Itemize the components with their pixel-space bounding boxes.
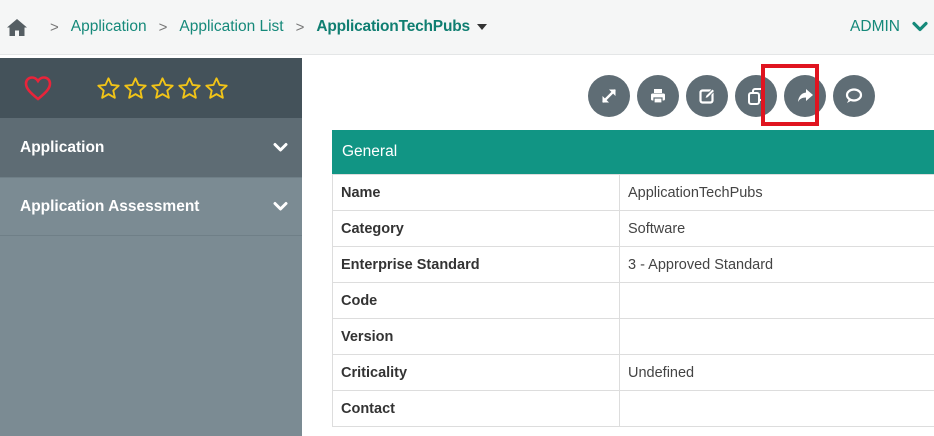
field-value: ApplicationTechPubs xyxy=(619,174,934,211)
top-bar: > Application > Application List > Appli… xyxy=(0,0,934,55)
caret-down-icon[interactable] xyxy=(476,22,488,32)
print-icon xyxy=(651,89,665,104)
field-value xyxy=(619,390,934,427)
copy-button-highlight xyxy=(761,64,819,126)
table-row: Criticality Undefined xyxy=(332,354,934,391)
breadcrumb-separator: > xyxy=(50,18,59,36)
field-label: Version xyxy=(332,318,620,355)
field-value: Undefined xyxy=(619,354,934,391)
home-icon[interactable] xyxy=(6,17,28,37)
star-icon[interactable] xyxy=(123,76,148,101)
rating-stars[interactable] xyxy=(96,76,231,101)
field-label: Code xyxy=(332,282,620,319)
sidebar-item-label: Application xyxy=(20,138,105,156)
general-table: Name ApplicationTechPubs Category Softwa… xyxy=(332,174,934,427)
general-panel: General Name ApplicationTechPubs Categor… xyxy=(332,130,934,427)
edit-icon xyxy=(699,88,716,104)
comment-icon xyxy=(845,88,863,103)
chevron-down-icon[interactable] xyxy=(273,142,288,153)
rating-bar xyxy=(0,58,302,118)
field-value xyxy=(619,282,934,319)
chevron-down-icon[interactable] xyxy=(912,21,928,33)
panel-header: General xyxy=(332,130,934,174)
expand-icon xyxy=(602,89,616,103)
breadcrumb: > Application > Application List > Appli… xyxy=(6,0,488,54)
field-value: Software xyxy=(619,210,934,247)
table-row: Name ApplicationTechPubs xyxy=(332,174,934,211)
comment-button[interactable] xyxy=(833,75,875,117)
breadcrumb-application[interactable]: Application xyxy=(71,18,147,36)
field-label: Criticality xyxy=(332,354,620,391)
star-icon[interactable] xyxy=(204,76,229,101)
sidebar: Application Application Assessment xyxy=(0,58,302,436)
edit-button[interactable] xyxy=(686,75,728,117)
table-row: Contact xyxy=(332,390,934,427)
action-toolbar xyxy=(588,73,882,119)
breadcrumb-separator: > xyxy=(158,18,168,36)
expand-button[interactable] xyxy=(588,75,630,117)
sidebar-item-application-assessment[interactable]: Application Assessment xyxy=(0,178,302,236)
table-row: Version xyxy=(332,318,934,355)
print-button[interactable] xyxy=(637,75,679,117)
panel-title: General xyxy=(342,143,398,160)
field-label: Category xyxy=(332,210,620,247)
table-row: Code xyxy=(332,282,934,319)
user-menu[interactable]: ADMIN xyxy=(850,0,928,54)
breadcrumb-application-list[interactable]: Application List xyxy=(179,18,283,36)
field-value xyxy=(619,318,934,355)
breadcrumb-current[interactable]: ApplicationTechPubs xyxy=(316,18,470,36)
sidebar-item-label: Application Assessment xyxy=(20,197,200,215)
sidebar-item-application[interactable]: Application xyxy=(0,118,302,178)
chevron-down-icon[interactable] xyxy=(273,201,288,212)
star-icon[interactable] xyxy=(177,76,202,101)
table-row: Category Software xyxy=(332,210,934,247)
table-row: Enterprise Standard 3 - Approved Standar… xyxy=(332,246,934,283)
star-icon[interactable] xyxy=(96,76,121,101)
breadcrumb-separator: > xyxy=(295,18,305,36)
star-icon[interactable] xyxy=(150,76,175,101)
field-label: Contact xyxy=(332,390,620,427)
user-name[interactable]: ADMIN xyxy=(850,18,900,36)
field-value: 3 - Approved Standard xyxy=(619,246,934,283)
field-label: Enterprise Standard xyxy=(332,246,620,283)
field-label: Name xyxy=(332,174,620,211)
heart-icon[interactable] xyxy=(24,75,52,101)
